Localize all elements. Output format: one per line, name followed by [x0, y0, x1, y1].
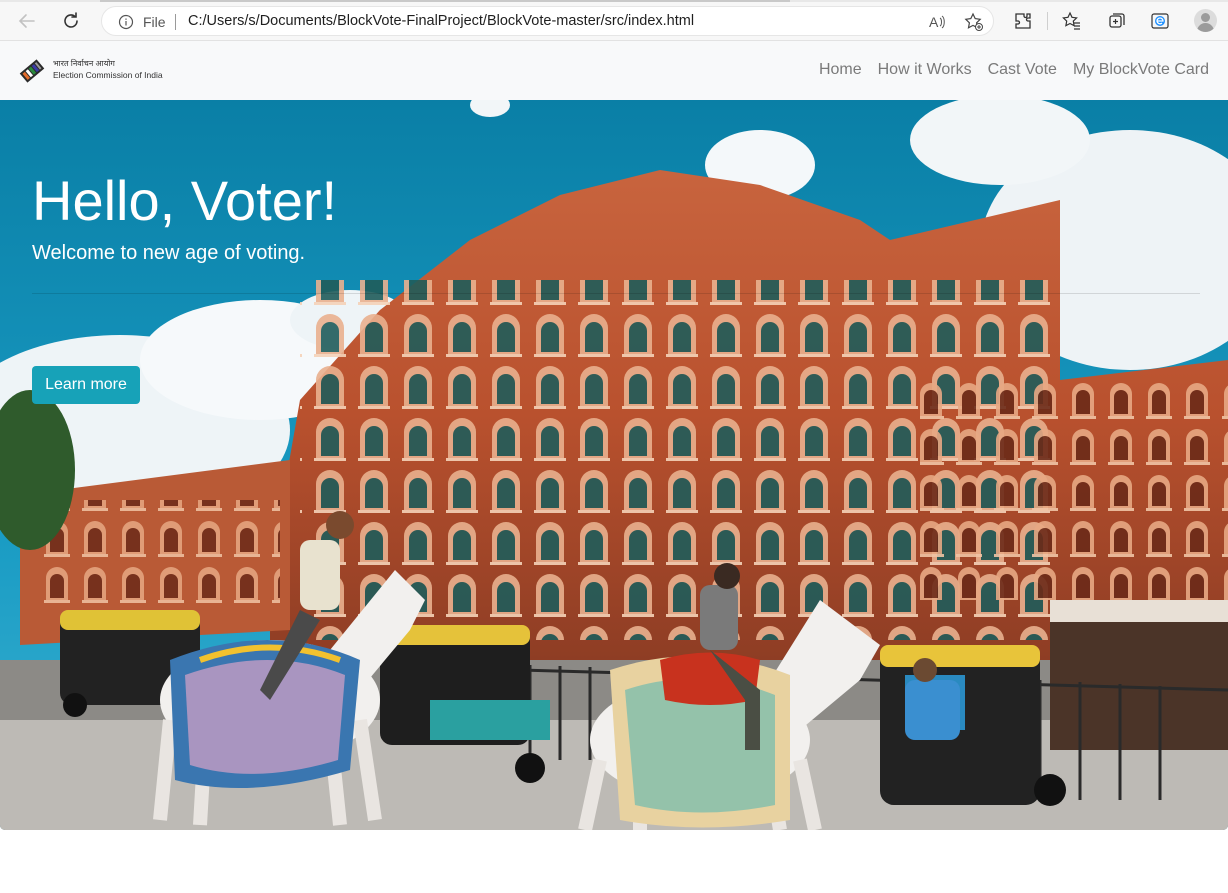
brand-logo[interactable]: भारत निर्वाचन आयोग Election Commission o… — [17, 55, 167, 87]
nav-cast-vote[interactable]: Cast Vote — [988, 61, 1057, 79]
file-scheme-label: File — [143, 14, 166, 30]
svg-text:A: A — [929, 14, 939, 30]
nav-links: Home How it Works Cast Vote My BlockVote… — [803, 61, 1209, 79]
browser-toolbar: File C:/Users/s/Documents/BlockVote-Fina… — [0, 0, 1228, 41]
read-aloud-icon[interactable]: A — [928, 13, 946, 36]
extensions-icon[interactable] — [1011, 9, 1035, 33]
back-arrow-icon[interactable] — [14, 8, 40, 34]
nav-how-it-works[interactable]: How it Works — [878, 61, 972, 79]
refresh-icon[interactable] — [58, 8, 84, 34]
brand-hindi-name: भारत निर्वाचन आयोग — [53, 59, 115, 68]
hero-title: Hello, Voter! — [32, 169, 338, 232]
address-divider — [175, 14, 176, 30]
url-text[interactable]: C:/Users/s/Documents/BlockVote-FinalProj… — [188, 13, 694, 29]
profile-icon[interactable] — [1194, 9, 1217, 32]
hero-lead: Welcome to new age of voting. — [32, 242, 306, 264]
toolbar-divider — [1047, 12, 1048, 30]
nav-my-blockvote-card[interactable]: My BlockVote Card — [1073, 61, 1209, 79]
hero-jumbotron: Hello, Voter! Welcome to new age of voti… — [0, 100, 1228, 830]
address-bar[interactable]: File C:/Users/s/Documents/BlockVote-Fina… — [101, 6, 994, 36]
add-favorite-icon[interactable] — [964, 12, 984, 37]
tab-strip-edge — [0, 0, 1228, 2]
site-navbar: भारत निर्वाचन आयोग Election Commission o… — [0, 41, 1228, 100]
nav-home[interactable]: Home — [819, 61, 862, 79]
brand-english-name: Election Commission of India — [53, 70, 163, 80]
collections-icon[interactable] — [1105, 9, 1129, 33]
edge-icon[interactable] — [1148, 9, 1172, 33]
hero-divider — [32, 293, 1200, 294]
favorites-icon[interactable] — [1060, 9, 1084, 33]
info-icon[interactable] — [118, 14, 134, 35]
learn-more-button[interactable]: Learn more — [32, 366, 140, 404]
eci-emblem-icon — [19, 59, 45, 83]
